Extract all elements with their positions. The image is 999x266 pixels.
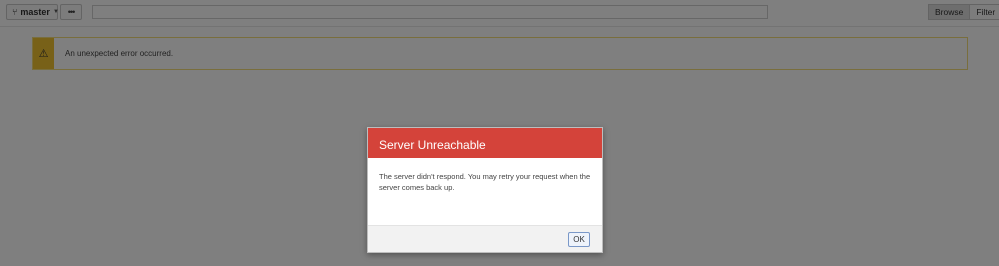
- dialog-message: The server didn't respond. You may retry…: [379, 172, 591, 192]
- ok-button[interactable]: OK: [568, 232, 590, 247]
- server-unreachable-dialog: Server Unreachable The server didn't res…: [367, 127, 603, 253]
- dialog-footer: OK: [368, 225, 602, 252]
- dialog-title: Server Unreachable: [379, 138, 486, 152]
- dialog-header: Server Unreachable: [368, 128, 602, 158]
